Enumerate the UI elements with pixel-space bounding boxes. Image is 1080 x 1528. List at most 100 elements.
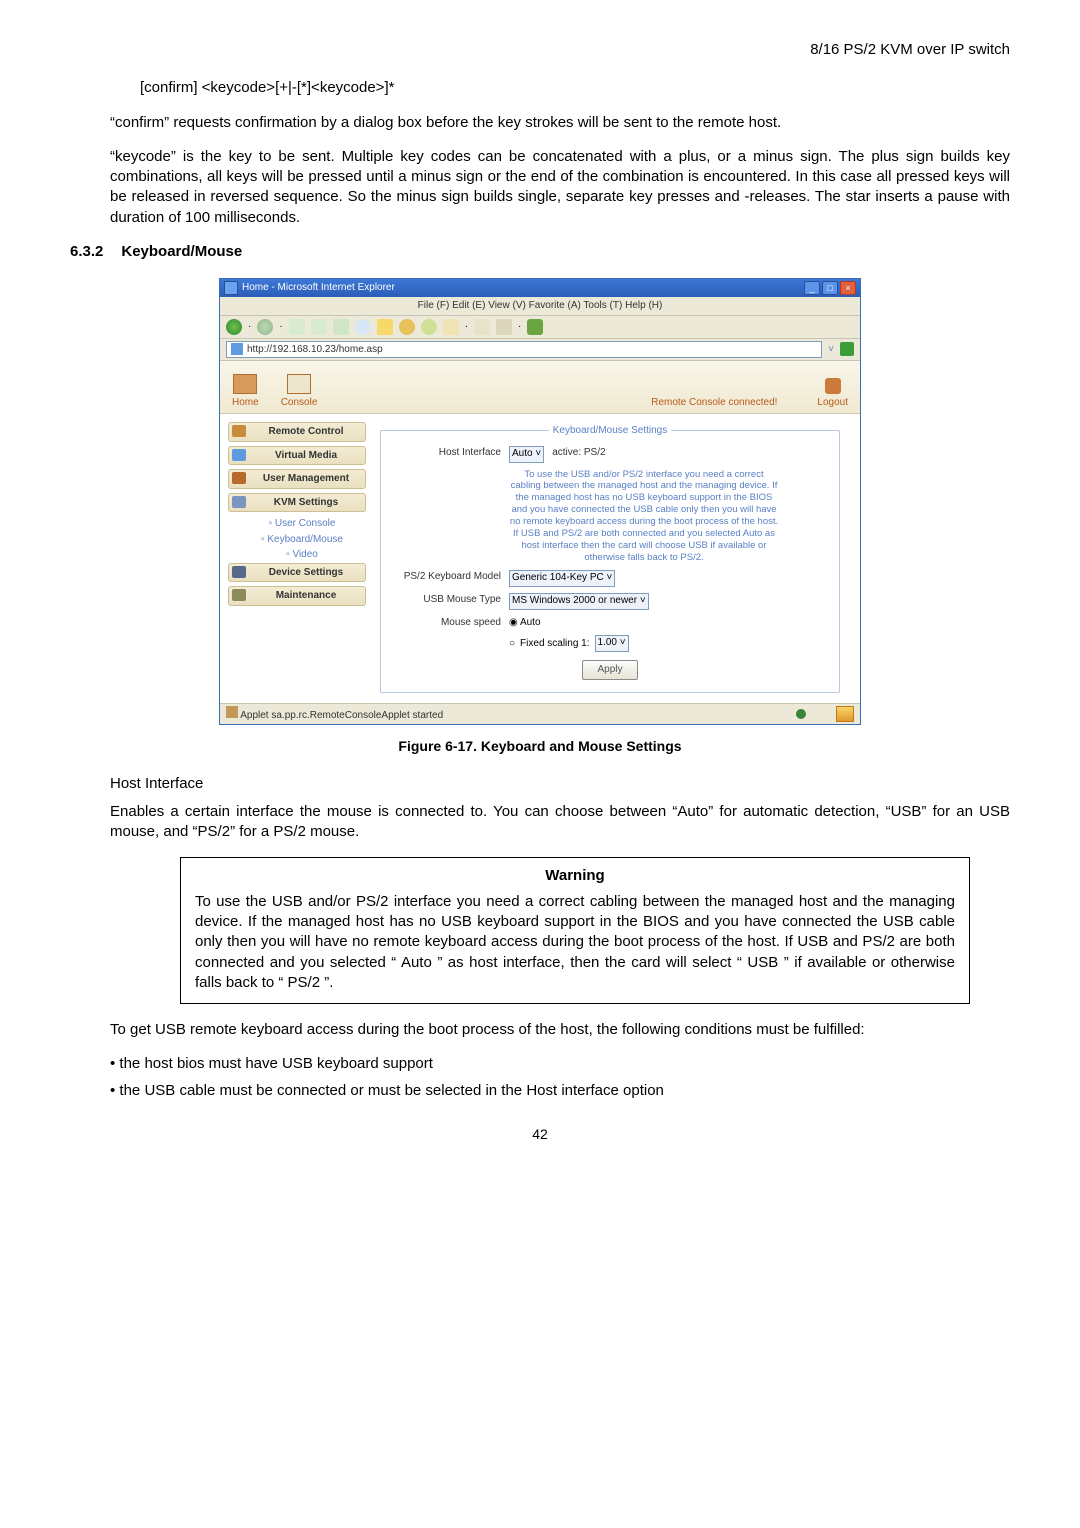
sidebar-label: Maintenance	[276, 590, 337, 601]
logout-label: Logout	[817, 397, 848, 408]
sidebar-label: Device Settings	[269, 567, 343, 578]
home-icon[interactable]	[333, 319, 349, 335]
content-area: Keyboard/Mouse Settings Host Interface A…	[372, 414, 860, 703]
toolbar-sep4: ·	[518, 320, 521, 334]
refresh-icon[interactable]	[311, 319, 327, 335]
section-title: Keyboard/Mouse	[121, 242, 242, 262]
address-input[interactable]: http://192.168.10.23/home.asp	[226, 341, 822, 359]
app-main: Remote Control Virtual Media User Manage…	[220, 414, 860, 703]
go-dropdown-icon[interactable]: ˅	[828, 343, 834, 357]
nav-console[interactable]: Console	[281, 374, 318, 410]
section-heading: 6.3.2 Keyboard/Mouse	[70, 242, 1010, 262]
messenger-icon[interactable]	[527, 319, 543, 335]
host-interface-select[interactable]: Auto ˅	[509, 446, 544, 463]
paragraph-confirm: “confirm” requests confirmation by a dia…	[110, 113, 1010, 133]
virtual-media-icon	[232, 449, 246, 461]
host-interface-paragraph: Enables a certain interface the mouse is…	[110, 802, 1010, 843]
edit-icon[interactable]	[496, 319, 512, 335]
sidebar-item-kvm-settings[interactable]: KVM Settings	[228, 493, 366, 513]
warning-body: To use the USB and/or PS/2 interface you…	[195, 892, 955, 993]
toolbar-sep3: ·	[465, 320, 468, 334]
nav-home[interactable]: Home	[232, 374, 259, 410]
ie-status-bar: Applet sa.pp.rc.RemoteConsoleApplet star…	[220, 703, 860, 725]
figure-caption: Figure 6-17. Keyboard and Mouse Settings	[70, 737, 1010, 756]
forward-icon[interactable]	[257, 319, 273, 335]
ie-title-bar: Home - Microsoft Internet Explorer _ □ ×	[220, 279, 860, 297]
fieldset-legend: Keyboard/Mouse Settings	[549, 424, 672, 438]
warning-title: Warning	[195, 866, 955, 886]
sidebar-sub-user-console[interactable]: ▫ User Console	[228, 516, 366, 532]
sidebar-sub-label: User Console	[275, 518, 336, 529]
mouse-speed-auto-radio[interactable]: ◉ Auto	[509, 616, 541, 630]
minimize-icon[interactable]: _	[804, 281, 820, 295]
back-icon[interactable]	[226, 319, 242, 335]
code-sample: [confirm] <keycode>[+|-[*]<keycode>]*	[140, 78, 1010, 98]
ie-menu-bar[interactable]: File (F) Edit (E) View (V) Favorite (A) …	[220, 297, 860, 316]
toolbar-sep2: ·	[279, 320, 282, 334]
sidebar-item-user-management[interactable]: User Management	[228, 469, 366, 489]
favorites-icon[interactable]	[377, 319, 393, 335]
mouse-speed-fixed-select[interactable]: 1.00 ˅	[595, 635, 629, 652]
sidebar-label: User Management	[263, 473, 349, 484]
mouse-type-select[interactable]: MS Windows 2000 or newer ˅	[509, 593, 649, 610]
apply-button[interactable]: Apply	[582, 660, 637, 680]
history-icon[interactable]	[399, 319, 415, 335]
search-icon[interactable]	[355, 319, 371, 335]
kb-model-select[interactable]: Generic 104-Key PC ˅	[509, 570, 615, 587]
toolbar-sep: ·	[248, 320, 251, 334]
mouse-type-value: MS Windows 2000 or newer	[512, 595, 637, 606]
media-icon[interactable]	[421, 319, 437, 335]
sidebar-sub-keyboard-mouse[interactable]: ▫ Keyboard/Mouse	[228, 532, 366, 548]
close-icon[interactable]: ×	[840, 281, 856, 295]
ie-title-text: Home - Microsoft Internet Explorer	[242, 281, 395, 295]
kvm-settings-icon	[232, 496, 246, 508]
nav-home-label: Home	[232, 397, 259, 408]
mail-icon[interactable]	[443, 319, 459, 335]
mouse-speed-label: Mouse speed	[391, 616, 501, 630]
section-number: 6.3.2	[70, 242, 103, 262]
device-settings-icon	[232, 566, 246, 578]
sidebar-label: Remote Control	[269, 426, 344, 437]
status-text: Applet sa.pp.rc.RemoteConsoleApplet star…	[240, 710, 443, 721]
mouse-speed-fixed-radio[interactable]: ○	[509, 637, 515, 651]
sidebar-item-remote-control[interactable]: Remote Control	[228, 422, 366, 442]
sidebar-sub-video[interactable]: ▫ Video	[228, 547, 366, 563]
address-text: http://192.168.10.23/home.asp	[247, 343, 383, 357]
mouse-speed-fixed-value: 1.00	[598, 637, 617, 648]
print-icon[interactable]	[474, 319, 490, 335]
host-interface-hint: To use the USB and/or PS/2 interface you…	[509, 469, 779, 564]
sidebar-item-device-settings[interactable]: Device Settings	[228, 563, 366, 583]
host-interface-active: active: PS/2	[552, 446, 605, 460]
keyboard-mouse-fieldset: Keyboard/Mouse Settings Host Interface A…	[380, 424, 840, 693]
host-interface-value: Auto	[512, 448, 533, 459]
stop-icon[interactable]	[289, 319, 305, 335]
warning-box: Warning To use the USB and/or PS/2 inter…	[180, 857, 970, 1005]
console-icon	[287, 374, 311, 394]
nav-console-label: Console	[281, 397, 318, 408]
kb-model-label: PS/2 Keyboard Model	[391, 570, 501, 584]
sidebar-item-virtual-media[interactable]: Virtual Media	[228, 446, 366, 466]
page-number: 42	[70, 1125, 1010, 1144]
maximize-icon[interactable]: □	[822, 281, 838, 295]
bullet-1: • the host bios must have USB keyboard s…	[110, 1054, 1010, 1074]
ie-window: Home - Microsoft Internet Explorer _ □ ×…	[219, 278, 861, 725]
mouse-speed-auto-label: Auto	[520, 617, 541, 628]
bullet-2: • the USB cable must be connected or mus…	[110, 1081, 1010, 1101]
sidebar-label: KVM Settings	[274, 497, 338, 508]
ie-brand-icon	[836, 706, 854, 722]
mouse-type-label: USB Mouse Type	[391, 593, 501, 607]
logout-button[interactable]: Logout	[817, 378, 848, 410]
ie-toolbar[interactable]: · · · ·	[220, 316, 860, 339]
host-interface-label: Host Interface	[391, 446, 501, 460]
sidebar-item-maintenance[interactable]: Maintenance	[228, 586, 366, 606]
user-management-icon	[232, 472, 246, 484]
kb-model-value: Generic 104-Key PC	[512, 572, 604, 583]
sidebar-sub-label: Keyboard/Mouse	[267, 534, 343, 545]
remote-status: Remote Console connected!	[651, 396, 777, 410]
app-body: Home Console Remote Console connected! L…	[220, 361, 860, 703]
page-icon	[231, 343, 243, 355]
go-button[interactable]	[840, 342, 854, 356]
figure-screenshot: Home - Microsoft Internet Explorer _ □ ×…	[70, 278, 1010, 725]
home-app-icon	[233, 374, 257, 394]
mouse-speed-fixed-label: Fixed scaling 1:	[520, 637, 589, 651]
